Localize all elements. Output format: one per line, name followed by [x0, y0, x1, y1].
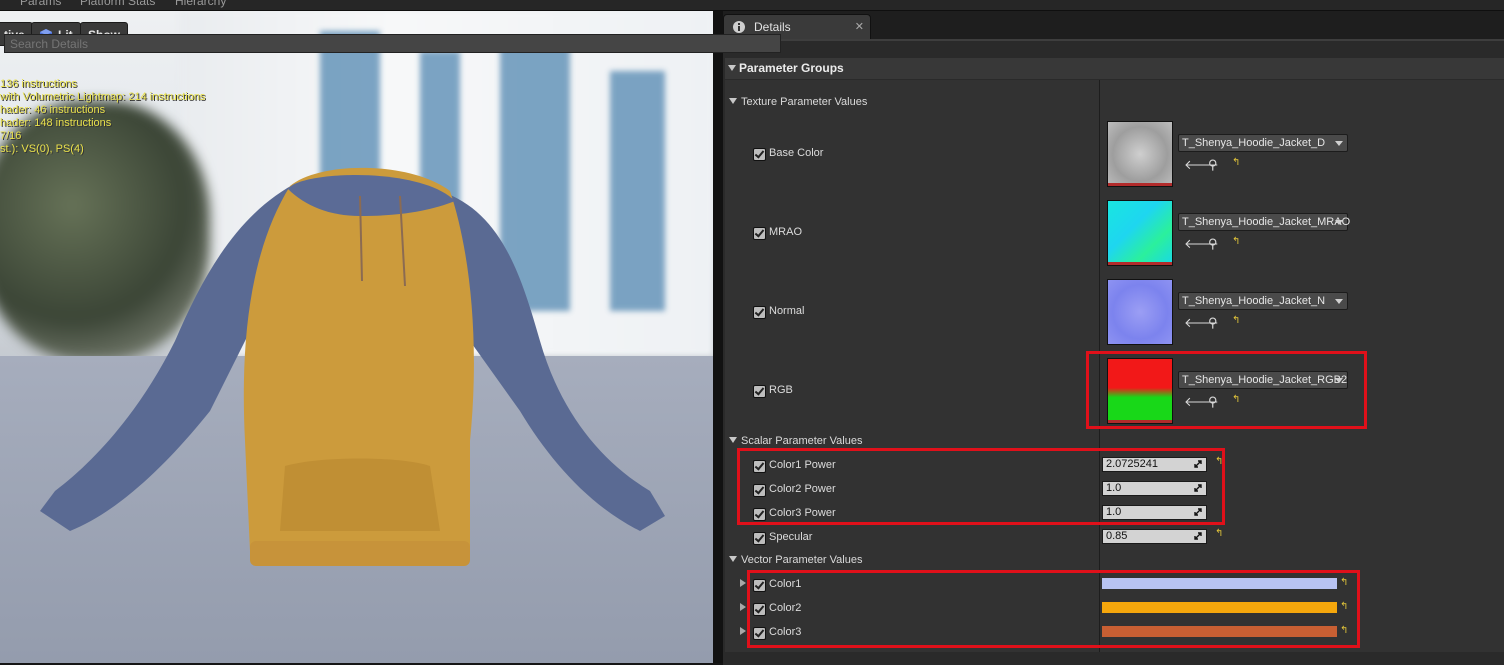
- color3-checkbox[interactable]: [753, 627, 766, 640]
- rgb-asset-combo[interactable]: T_Shenya_Hoodie_Jacket_RGB2: [1178, 371, 1348, 389]
- reset-icon[interactable]: ↰: [1232, 157, 1240, 168]
- normal-checkbox[interactable]: [753, 306, 766, 319]
- rgb-checkbox[interactable]: [753, 385, 766, 398]
- browse-magnifier-icon[interactable]: ⚲: [1208, 157, 1218, 173]
- base-color-thumbnail[interactable]: [1107, 121, 1173, 187]
- browse-magnifier-icon[interactable]: ⚲: [1208, 315, 1218, 331]
- reset-icon[interactable]: ↰: [1340, 625, 1348, 636]
- dropdown-arrow-icon: [1335, 141, 1343, 146]
- texture-label-normal: Normal: [769, 305, 805, 317]
- texture-label-base-color: Base Color: [769, 147, 824, 159]
- scalar-section-arrow-icon[interactable]: [729, 437, 737, 443]
- close-icon[interactable]: ✕: [855, 20, 864, 33]
- tab-hierarchy[interactable]: Hierarchy: [175, 0, 226, 8]
- column-divider[interactable]: [1099, 80, 1100, 652]
- color3-power-checkbox[interactable]: [753, 508, 766, 521]
- reset-icon[interactable]: ↰: [1232, 315, 1240, 326]
- dropdown-arrow-icon: [1335, 378, 1343, 383]
- splitter[interactable]: [713, 11, 723, 663]
- vector-label-color3: Color3: [769, 626, 802, 638]
- scalar-label-color1-power: Color1 Power: [769, 459, 836, 471]
- texture-label-mrao: MRAO: [769, 226, 802, 238]
- color2-power-input[interactable]: 1.0: [1102, 481, 1207, 496]
- texture-section-label: Texture Parameter Values: [741, 96, 868, 108]
- dropdown-arrow-icon: [1335, 220, 1343, 225]
- dropdown-arrow-icon: [1335, 299, 1343, 304]
- tab-params[interactable]: Params: [20, 0, 61, 8]
- drag-spin-icon: [1194, 484, 1202, 492]
- vector-label-color1: Color1: [769, 578, 802, 590]
- scalar-label-specular: Specular: [769, 531, 813, 543]
- color1-checkbox[interactable]: [753, 579, 766, 592]
- collapse-arrow-icon[interactable]: [728, 65, 736, 71]
- expand-arrow-icon[interactable]: [740, 627, 746, 635]
- color1-power-input[interactable]: 2.0725241: [1102, 457, 1207, 472]
- texture-section-arrow-icon[interactable]: [729, 98, 737, 104]
- expand-arrow-icon[interactable]: [740, 603, 746, 611]
- details-tab-title: Details: [754, 20, 791, 34]
- color2-power-checkbox[interactable]: [753, 484, 766, 497]
- mrao-thumbnail[interactable]: [1107, 200, 1173, 266]
- reset-icon[interactable]: ↰: [1215, 456, 1223, 467]
- scalar-section-label: Scalar Parameter Values: [741, 435, 863, 447]
- normal-thumbnail[interactable]: [1107, 279, 1173, 345]
- browse-magnifier-icon[interactable]: ⚲: [1208, 236, 1218, 252]
- texture-label-rgb: RGB: [769, 384, 793, 396]
- reset-icon[interactable]: ↰: [1340, 601, 1348, 612]
- color3-swatch[interactable]: [1102, 626, 1337, 637]
- material-preview-viewport[interactable]: tive Lit Show 136 instructionswith Volum…: [0, 11, 713, 663]
- expand-arrow-icon[interactable]: [740, 579, 746, 587]
- normal-asset-combo[interactable]: T_Shenya_Hoodie_Jacket_N: [1178, 292, 1348, 310]
- rgb-thumbnail[interactable]: [1107, 358, 1173, 424]
- search-details-input[interactable]: [4, 34, 781, 53]
- parameter-groups-label: Parameter Groups: [739, 61, 844, 75]
- vector-section-label: Vector Parameter Values: [741, 554, 863, 566]
- shader-stats-overlay: 136 instructions with Volumetric Lightmap…: [0, 78, 206, 155]
- browse-magnifier-icon[interactable]: ⚲: [1208, 394, 1218, 410]
- vector-label-color2: Color2: [769, 602, 802, 614]
- tab-platform-stats[interactable]: Platform Stats: [80, 0, 155, 8]
- scalar-label-color2-power: Color2 Power: [769, 483, 836, 495]
- mrao-checkbox[interactable]: [753, 227, 766, 240]
- color1-power-checkbox[interactable]: [753, 460, 766, 473]
- specular-input[interactable]: 0.85: [1102, 529, 1207, 544]
- drag-spin-icon: [1194, 508, 1202, 516]
- color3-power-input[interactable]: 1.0: [1102, 505, 1207, 520]
- color2-swatch[interactable]: [1102, 602, 1337, 613]
- top-tab-strip: Params Platform Stats Hierarchy: [0, 0, 1504, 11]
- base-color-asset-combo[interactable]: T_Shenya_Hoodie_Jacket_D: [1178, 134, 1348, 152]
- vector-section-arrow-icon[interactable]: [729, 556, 737, 562]
- mrao-asset-combo[interactable]: T_Shenya_Hoodie_Jacket_MRAO: [1178, 213, 1350, 231]
- reset-icon[interactable]: ↰: [1215, 528, 1223, 539]
- specular-checkbox[interactable]: [753, 532, 766, 545]
- drag-spin-icon: [1194, 460, 1202, 468]
- reset-icon[interactable]: ↰: [1232, 394, 1240, 405]
- color1-swatch[interactable]: [1102, 578, 1337, 589]
- parameter-groups-header[interactable]: Parameter Groups: [725, 58, 1504, 79]
- reset-icon[interactable]: ↰: [1232, 236, 1240, 247]
- color2-checkbox[interactable]: [753, 603, 766, 616]
- scalar-label-color3-power: Color3 Power: [769, 507, 836, 519]
- reset-icon[interactable]: ↰: [1340, 577, 1348, 588]
- drag-spin-icon: [1194, 532, 1202, 540]
- base-color-checkbox[interactable]: [753, 148, 766, 161]
